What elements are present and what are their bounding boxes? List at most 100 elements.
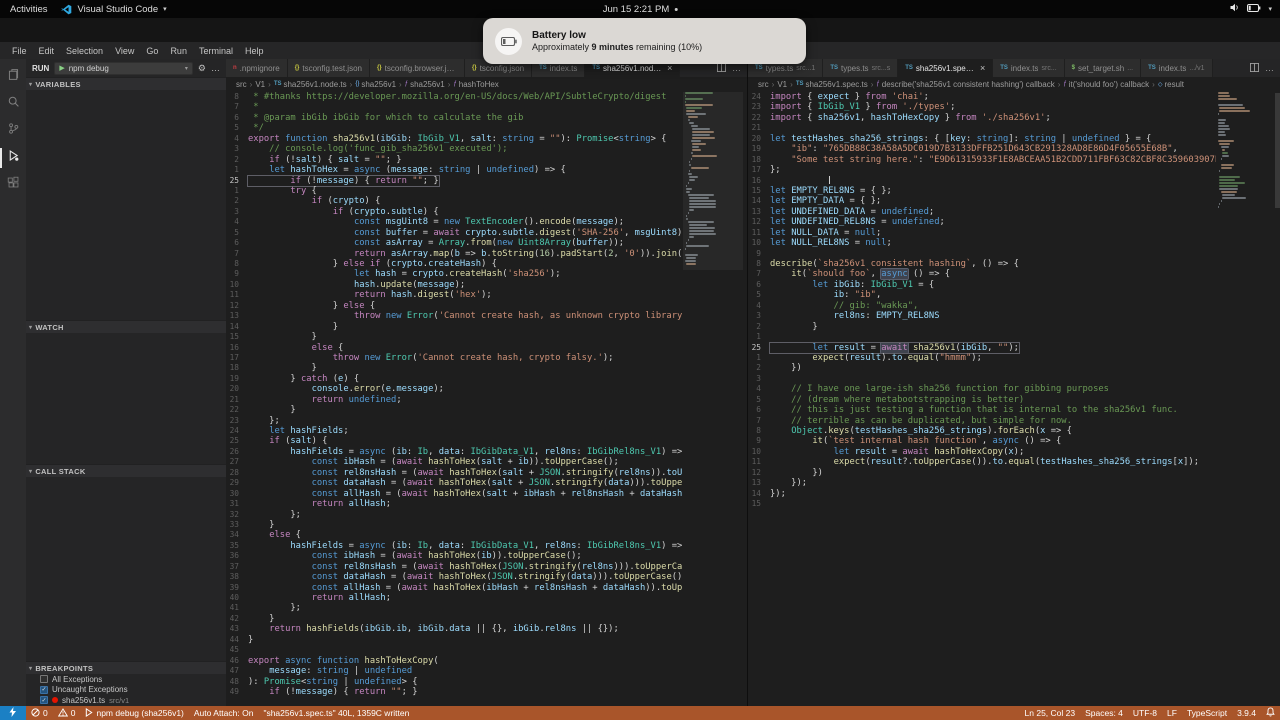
status-errors[interactable]: 0: [26, 706, 53, 720]
code-line[interactable]: 17};: [748, 165, 1216, 175]
tab-types.ts[interactable]: TS types.ts src...s: [823, 59, 899, 77]
code-line[interactable]: 6 * @param ibGib ibGib for which to calc…: [226, 113, 683, 123]
tab-index.ts[interactable]: TS index.ts src...: [993, 59, 1065, 77]
code-line[interactable]: 23 };: [226, 416, 683, 426]
clock[interactable]: Jun 15 2:21 PM: [603, 4, 678, 15]
code-line[interactable]: 1: [748, 332, 1216, 342]
code-line[interactable]: 17 throw new Error('Cannot create hash, …: [226, 353, 683, 363]
checkbox[interactable]: ✓: [40, 685, 48, 694]
status-remote-indicator[interactable]: [0, 706, 26, 720]
code-line[interactable]: 13 let UNDEFINED_DATA = undefined;: [748, 207, 1216, 217]
code-lines[interactable]: 24 import { expect } from 'chai'; 23 import…: [748, 92, 1216, 706]
breadcrumb-item[interactable]: TS sha256v1.node.ts: [274, 80, 347, 89]
code-line[interactable]: 10 let result = await hashToHexCopy(x);: [748, 447, 1216, 457]
status-indentation[interactable]: Spaces: 4: [1080, 706, 1128, 720]
code-line[interactable]: 5 // (dream where metabootstrapping is b…: [748, 395, 1216, 405]
code-line[interactable]: 14 let EMPTY_DATA = { };: [748, 196, 1216, 206]
scrollbar[interactable]: [1275, 91, 1280, 706]
breadcrumb-item[interactable]: ƒ hashToHex: [453, 80, 498, 89]
code-line[interactable]: 15: [748, 499, 1216, 509]
code-line[interactable]: 10 let NULL_REL8NS = null;: [748, 238, 1216, 248]
split-editor-icon[interactable]: [1250, 62, 1259, 74]
code-line[interactable]: 11 return hash.digest('hex');: [226, 290, 683, 300]
code-line[interactable]: 4 const msgUint8 = new TextEncoder().enc…: [226, 217, 683, 227]
code-line[interactable]: 33 }: [226, 520, 683, 530]
status-warnings[interactable]: 0: [53, 706, 81, 720]
battery-notification[interactable]: Battery low Approximately 9 minutes rema…: [483, 18, 806, 64]
tab-sha256v1.spec.ts[interactable]: TS sha256v1.spec.ts ×: [898, 59, 994, 77]
code-line[interactable]: 6 const asArray = Array.from(new Uint8Ar…: [226, 238, 683, 248]
minimap[interactable]: [1218, 92, 1274, 212]
status-notifications-icon[interactable]: [1261, 706, 1280, 720]
code-line[interactable]: 38 const dataHash = (await hashToHex(JSO…: [226, 572, 683, 582]
code-line[interactable]: 11 expect(result?.toUpperCase()).to.equa…: [748, 457, 1216, 467]
code-line[interactable]: 1 try {: [226, 186, 683, 196]
code-line[interactable]: 44}: [226, 635, 683, 645]
code-line[interactable]: 3 // console.log('func_gib_sha256v1 exec…: [226, 144, 683, 154]
code-line[interactable]: 15 let EMPTY_REL8NS = { };: [748, 186, 1216, 196]
code-line[interactable]: 2 if (crypto) {: [226, 196, 683, 206]
code-line[interactable]: 2 }: [748, 322, 1216, 332]
code-line[interactable]: 9 let hash = crypto.createHash('sha256')…: [226, 269, 683, 279]
code-line[interactable]: 20 let testHashes_sha256_strings: { [key:…: [748, 134, 1216, 144]
code-line[interactable]: 23 import { IbGib_V1 } from './types';: [748, 102, 1216, 112]
code-line[interactable]: 8 } else if (crypto.createHash) {: [226, 259, 683, 269]
activity-source-control[interactable]: [0, 121, 26, 141]
code-line[interactable]: 10 hash.update(message);: [226, 280, 683, 290]
code-line[interactable]: 34 else {: [226, 530, 683, 540]
menu-edit[interactable]: Edit: [33, 46, 61, 56]
code-line[interactable]: 28 const rel8nsHash = (await hashToHex(s…: [226, 468, 683, 478]
system-tray[interactable]: ▾: [1230, 3, 1272, 15]
activity-run-and-debug[interactable]: [0, 148, 26, 168]
breakpoint-item[interactable]: All Exceptions: [26, 674, 226, 685]
breakpoint-item[interactable]: ✓ Uncaught Exceptions: [26, 685, 226, 696]
menu-file[interactable]: File: [6, 46, 33, 56]
checkbox[interactable]: [40, 675, 48, 684]
code-line[interactable]: 7 // terrible as can be duplicated, but …: [748, 416, 1216, 426]
section-header-breakpoints[interactable]: ▾ BREAKPOINTS: [26, 661, 226, 674]
status-cursor-position[interactable]: Ln 25, Col 23: [1020, 706, 1081, 720]
code-line[interactable]: 24 let hashFields;: [226, 426, 683, 436]
code-line[interactable]: 14 }: [226, 322, 683, 332]
code-line[interactable]: 26 hashFields = async (ib: Ib, data: IbG…: [226, 447, 683, 457]
code-line[interactable]: 8 describe(`sha256v1 consistent hashing`,…: [748, 259, 1216, 269]
code-line[interactable]: 1 expect(result).to.equal("hmmm");: [748, 353, 1216, 363]
menu-help[interactable]: Help: [239, 46, 270, 56]
menu-view[interactable]: View: [109, 46, 140, 56]
breadcrumb-item[interactable]: ƒ it('should foo') callback: [1063, 80, 1149, 89]
code-line[interactable]: 40 return allHash;: [226, 593, 683, 603]
menu-go[interactable]: Go: [140, 46, 164, 56]
code-line[interactable]: 11 let NULL_DATA = null;: [748, 228, 1216, 238]
code-line[interactable]: 24 import { expect } from 'chai';: [748, 92, 1216, 102]
code-line[interactable]: 41 };: [226, 603, 683, 613]
status-ts-version[interactable]: 3.9.4: [1232, 706, 1261, 720]
breadcrumb-item[interactable]: ƒ describe('sha256v1 consistent hashing')…: [876, 80, 1054, 89]
code-line[interactable]: 30 const allHash = (await hashToHex(salt…: [226, 489, 683, 499]
code-line[interactable]: 25 if (!message) { return ""; }: [226, 174, 683, 187]
code-line[interactable]: 6 let ibGib: IbGib_V1 = {: [748, 280, 1216, 290]
gear-icon[interactable]: ⚙: [198, 63, 206, 73]
code-line[interactable]: 18 "Some test string here.": "E9D6131593…: [748, 155, 1216, 165]
menu-run[interactable]: Run: [164, 46, 193, 56]
tab-tsconfig.test.json[interactable]: {} tsconfig.test.json: [287, 59, 370, 77]
code-line[interactable]: 36 const ibHash = (await hashToHex(ib)).…: [226, 551, 683, 561]
activity-explorer[interactable]: [0, 67, 26, 87]
code-line[interactable]: 27 const ibHash = (await hashToHex(salt …: [226, 457, 683, 467]
tab-.npmignore[interactable]: n .npmignore: [226, 59, 288, 77]
code-line[interactable]: 6 // this is just testing a function tha…: [748, 405, 1216, 415]
code-line[interactable]: 39 const allHash = (await hashToHex(ibHa…: [226, 583, 683, 593]
code-line[interactable]: 21 return undefined;: [226, 395, 683, 405]
more-actions-icon[interactable]: …: [211, 63, 220, 73]
code-line[interactable]: 19 } catch (e) {: [226, 374, 683, 384]
code-line[interactable]: 35 hashFields = async (ib: Ib, data: IbG…: [226, 541, 683, 551]
tab-tsconfig.browser.json[interactable]: {} tsconfig.browser.json: [369, 59, 465, 77]
checkbox[interactable]: ✓: [40, 696, 48, 705]
breadcrumb-item[interactable]: ƒ sha256v1: [405, 80, 445, 89]
code-line[interactable]: 42 }: [226, 614, 683, 624]
code-line[interactable]: 5 */: [226, 123, 683, 133]
breakpoint-item[interactable]: ✓ sha256v1.ts src/v1: [26, 695, 226, 706]
code-line[interactable]: 49 if (!message) { return ""; }: [226, 687, 683, 697]
code-line[interactable]: 9: [748, 249, 1216, 259]
code-line[interactable]: 29 const dataHash = (await hashToHex(sal…: [226, 478, 683, 488]
code-line[interactable]: 12 let UNDEFINED_REL8NS = undefined;: [748, 217, 1216, 227]
